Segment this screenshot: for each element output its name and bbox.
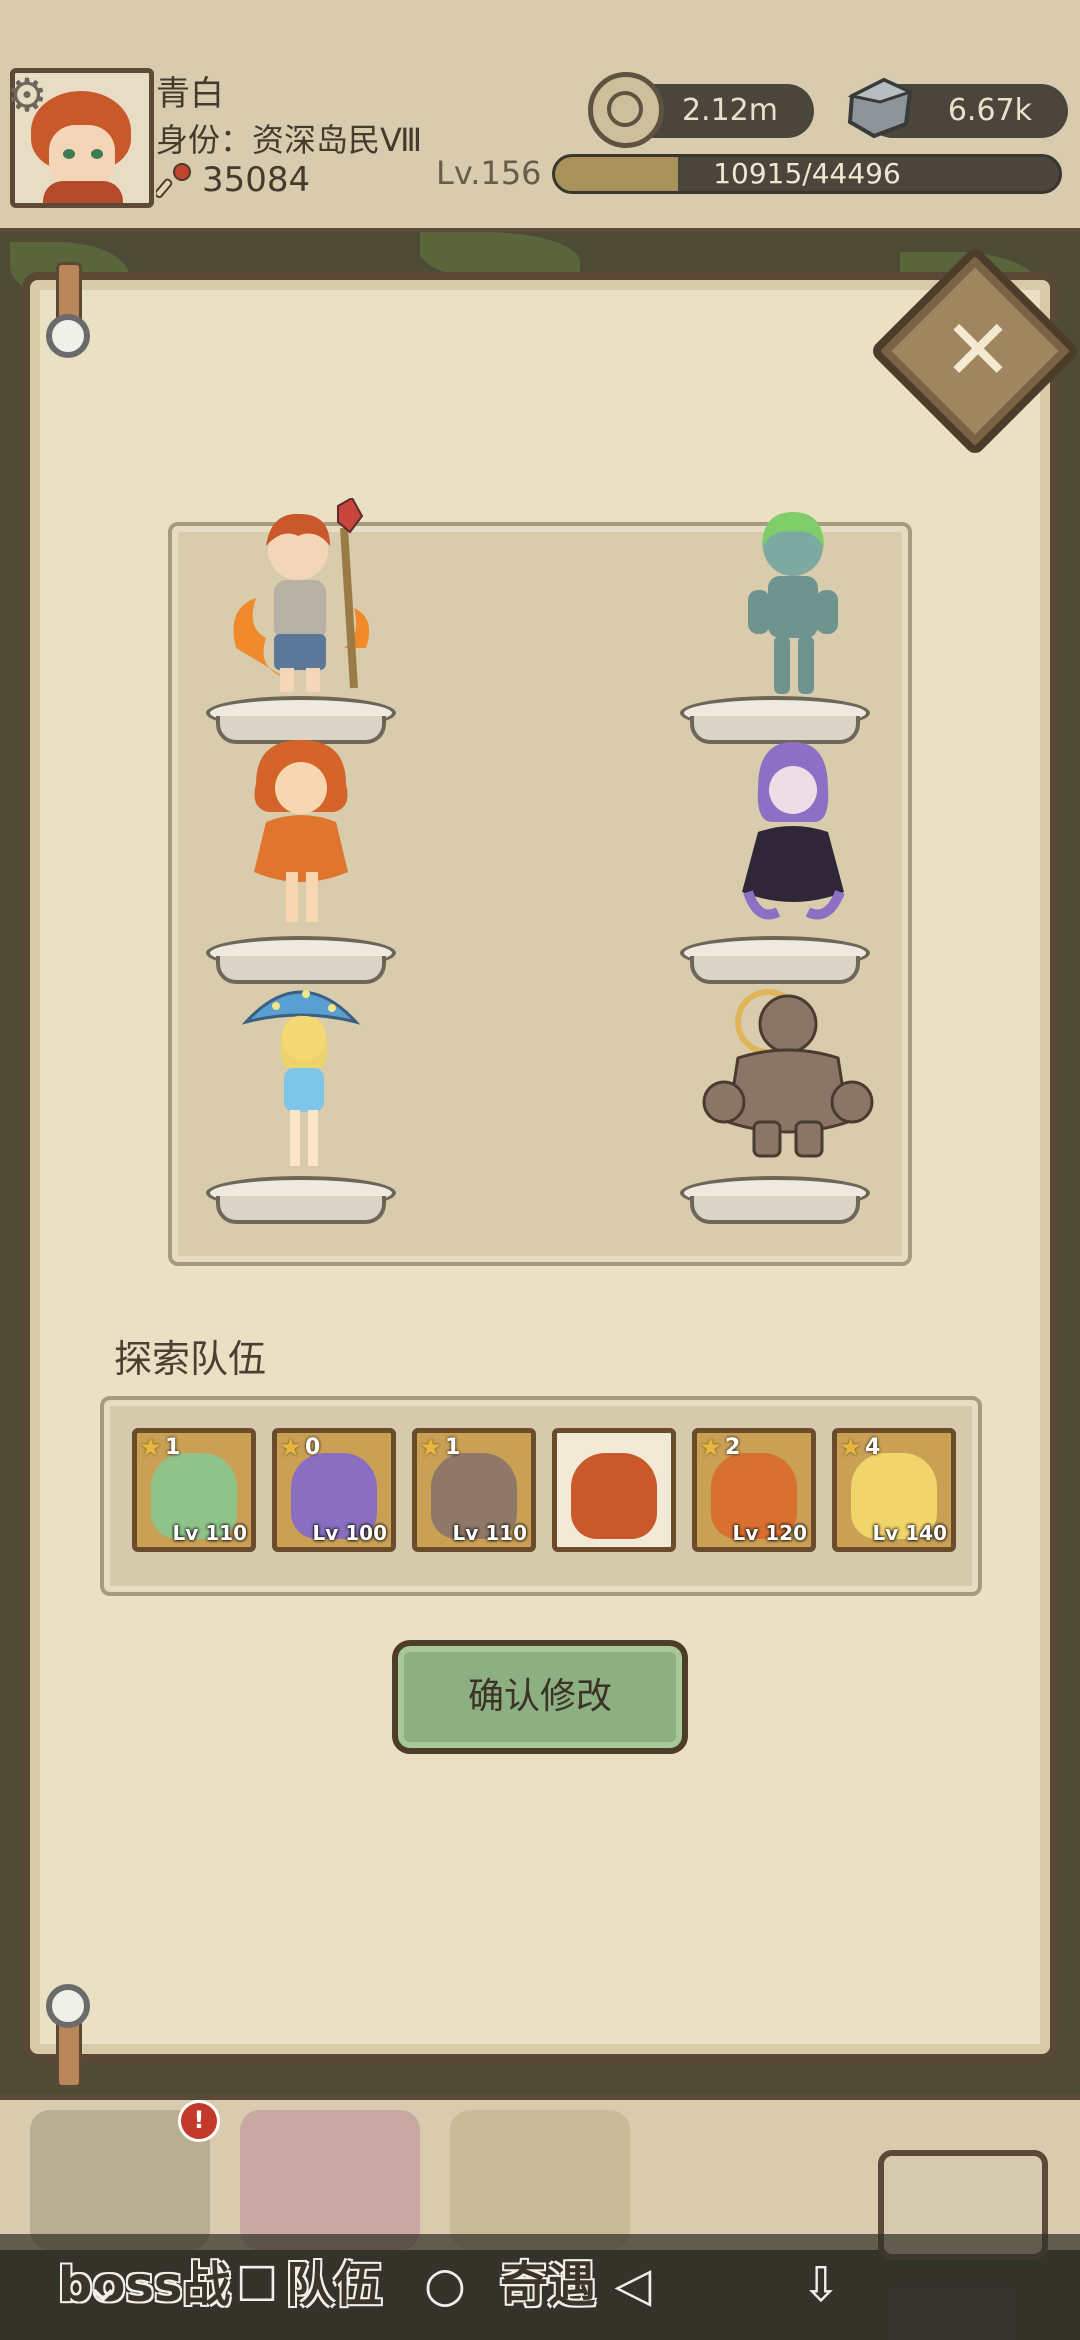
slot-stars: 2	[725, 1435, 741, 1460]
hero-sprite	[748, 512, 838, 694]
slot-stars: 4	[865, 1435, 881, 1460]
slot-level: Lv 110	[452, 1521, 528, 1545]
team-slot-5[interactable]: ★ 2 Lv 120	[692, 1428, 816, 1552]
team-slot-6[interactable]: ★ 4 Lv 140	[832, 1428, 956, 1552]
avatar-eye	[91, 149, 103, 159]
star-icon: ★	[839, 1433, 863, 1463]
player-name: 青白	[156, 74, 224, 114]
hero-portrait	[571, 1453, 657, 1539]
chevron-down-icon[interactable]: ⌄	[68, 2250, 138, 2320]
star-icon: ★	[419, 1433, 443, 1463]
scroll-rod	[56, 2018, 82, 2088]
hero-sprite	[702, 989, 874, 1158]
team-flag-icon[interactable]	[240, 2110, 420, 2250]
pedestal-back-left[interactable]	[206, 1176, 396, 1228]
star-icon: ★	[699, 1433, 723, 1463]
circle-home-icon[interactable]: ○	[410, 2250, 480, 2320]
star-icon: ★	[279, 1433, 303, 1463]
hero-purple-octopus-girl[interactable]	[718, 732, 868, 932]
formation-grid	[168, 496, 912, 1266]
hero-sprite	[742, 742, 845, 920]
team-slot-3[interactable]: ★ 1 Lv 110	[412, 1428, 536, 1552]
scroll-ring	[46, 314, 90, 358]
hero-green-golem-girl[interactable]	[718, 498, 868, 698]
power-value: 35084	[202, 160, 311, 200]
slot-stars: 0	[305, 1435, 321, 1460]
slot-level: Lv 100	[312, 1521, 388, 1545]
slot-level: Lv 110	[172, 1521, 248, 1545]
hero-fire-girl[interactable]	[226, 732, 376, 932]
confirm-label: 确认修改	[467, 1676, 612, 1717]
encounter-bag-icon[interactable]	[450, 2110, 630, 2250]
pedestal-back-right[interactable]	[680, 1176, 870, 1228]
avatar-eye	[63, 149, 75, 159]
team-slot-2[interactable]: ★ 0 Lv 100	[272, 1428, 396, 1552]
team-slot-1[interactable]: ★ 1 Lv 110	[132, 1428, 256, 1552]
player-header: ⚙ 青白 身份：资深岛民Ⅷ 35084 Lv.156 2.12m 6.67k 1…	[0, 0, 1080, 234]
star-icon: ★	[139, 1433, 163, 1463]
power-icon	[156, 163, 191, 198]
player-level: Lv.156	[436, 154, 542, 192]
gear-icon[interactable]: ⚙	[4, 72, 50, 118]
scroll-ring	[46, 1984, 90, 2028]
exp-bar: 10915/44496	[552, 154, 1062, 194]
notification-badge: !	[178, 2100, 220, 2142]
team-slot-4[interactable]	[552, 1428, 676, 1552]
triangle-back-icon[interactable]: ◁	[598, 2250, 668, 2320]
slot-stars: 1	[445, 1435, 461, 1460]
slot-level: Lv 120	[732, 1521, 808, 1545]
avatar-face	[49, 125, 115, 189]
nav-label-team[interactable]: 队伍	[286, 2250, 382, 2320]
player-title: 身份：资深岛民Ⅷ	[156, 121, 423, 159]
hero-stone-golem[interactable]	[698, 972, 878, 1172]
hero-sprite	[254, 740, 348, 922]
stone-icon	[847, 77, 915, 139]
avatar-body	[43, 181, 123, 203]
download-arrow-icon[interactable]: ⇩	[786, 2250, 856, 2320]
coin-icon	[588, 72, 664, 148]
hero-mushroom-girl[interactable]	[226, 972, 376, 1172]
confirm-button[interactable]: 确认修改	[392, 1640, 688, 1754]
square-recents-icon[interactable]: ☐	[222, 2250, 292, 2320]
slot-stars: 1	[165, 1435, 181, 1460]
close-icon[interactable]: ✕	[930, 302, 1026, 398]
team-section-title: 探索队伍	[114, 1337, 267, 1381]
slot-level: Lv 140	[872, 1521, 948, 1545]
hero-red-haired-boy[interactable]	[226, 496, 376, 698]
exp-text: 10915/44496	[713, 157, 901, 190]
nav-label-encounter[interactable]: 奇遇	[500, 2250, 596, 2320]
hero-sprite	[233, 496, 370, 692]
hero-sprite	[241, 990, 361, 1166]
